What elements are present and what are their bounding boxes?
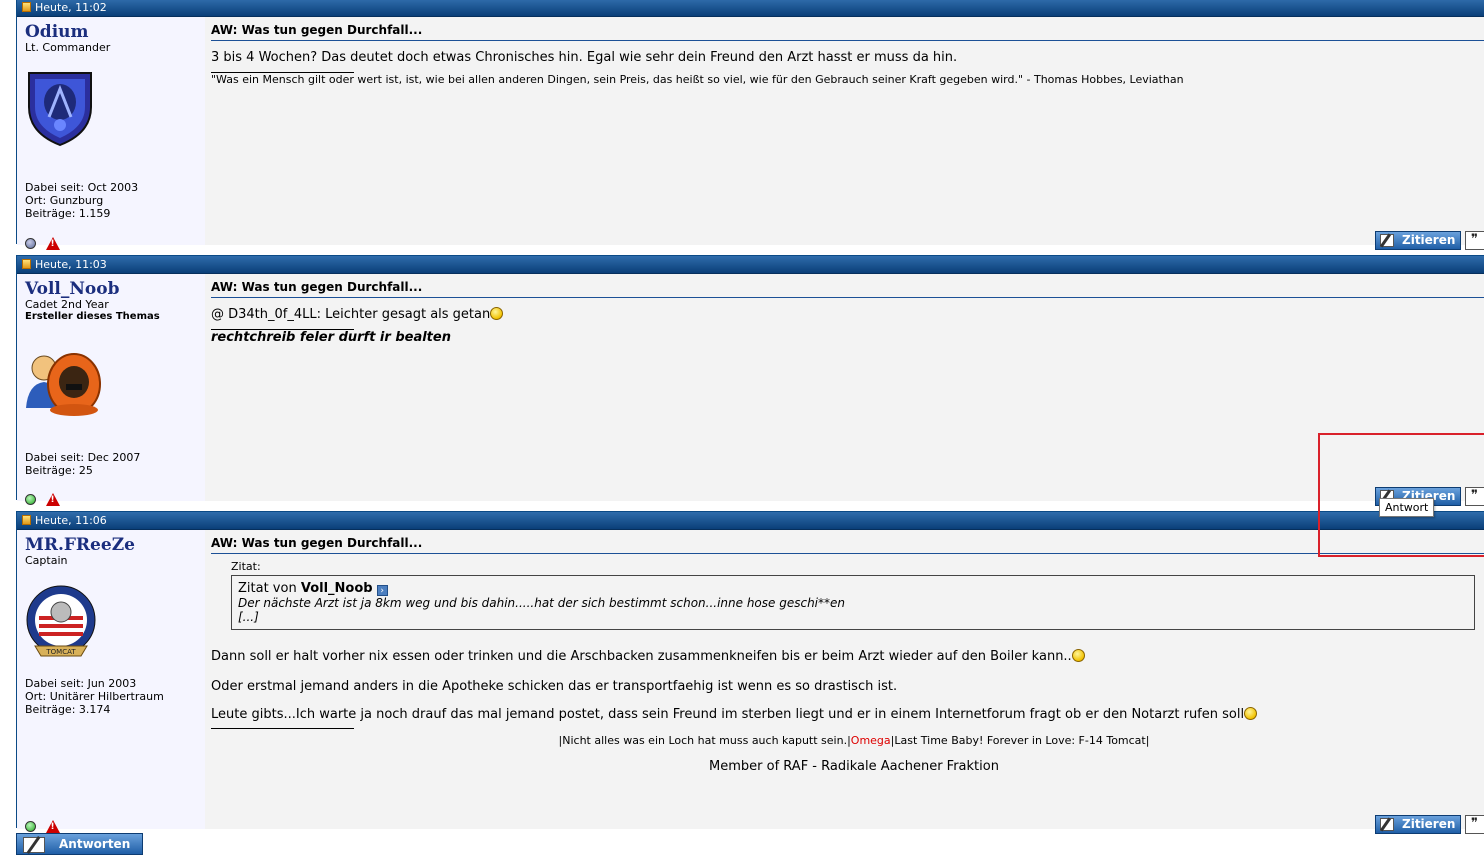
user-stats: Dabei seit: Dec 2007 Beiträge: 25 (25, 451, 140, 477)
signature-line: Member of RAF - Radikale Aachener Frakti… (709, 759, 999, 774)
user-stats: Dabei seit: Jun 2003 Ort: Unitärer Hilbe… (25, 677, 164, 716)
post-title: AW: Was tun gegen Durchfall... (211, 280, 1484, 298)
post-content: AW: Was tun gegen Durchfall... @ D34th_0… (205, 274, 1484, 501)
online-status-icon (25, 493, 36, 505)
post-icon (22, 259, 31, 269)
post-count: Beiträge: 3.174 (25, 703, 111, 716)
smile-smiley-icon (490, 307, 504, 320)
post-count: Beiträge: 25 (25, 464, 93, 477)
post-title: AW: Was tun gegen Durchfall... (211, 23, 1484, 41)
quote-button[interactable]: Zitieren (1375, 815, 1461, 834)
post-header: Heute, 11:02 # (17, 0, 1484, 17)
pencil-icon (1380, 818, 1394, 831)
signature: "Was ein Mensch gilt oder wert ist, ist,… (211, 73, 1184, 86)
join-date: Dabei seit: Jun 2003 (25, 677, 137, 690)
signature: |Nicht alles was ein Loch hat muss auch … (558, 734, 1150, 747)
post-count: Beiträge: 1.159 (25, 207, 111, 220)
join-date: Dabei seit: Oct 2003 (25, 181, 139, 194)
user-panel: Voll_Noob Cadet 2nd Year Ersteller diese… (17, 274, 205, 506)
multiquote-icon[interactable] (1465, 231, 1484, 250)
post-date: Heute, 11:03 (35, 258, 107, 271)
quote-ellipsis: [...] (238, 610, 259, 624)
quote-box: Zitat von Voll_Noob › Der nächste Arzt i… (231, 575, 1475, 630)
post-title: AW: Was tun gegen Durchfall... (211, 536, 1484, 554)
avatar: TOMCAT (25, 582, 96, 662)
post-buttons: Zitieren (1375, 815, 1484, 834)
tooltip: Antwort (1379, 498, 1435, 517)
user-rank: Lt. Commander (25, 41, 111, 54)
post-buttons: Zitieren (1375, 231, 1484, 250)
post-2: Heute, 11:03 # Voll_Noob Cadet 2nd Year … (16, 255, 1484, 506)
quote-text: Der nächste Arzt ist ja 8km weg und bis … (238, 596, 846, 610)
quote-header: Zitat von Voll_Noob › (238, 581, 1468, 596)
username-link[interactable]: Voll_Noob (25, 280, 205, 298)
post-content: AW: Was tun gegen Durchfall... Zitat: Zi… (205, 530, 1484, 829)
post-icon (22, 2, 31, 12)
quote-button[interactable]: Zitieren (1375, 231, 1461, 250)
user-rank: Captain (25, 554, 68, 567)
post-date: Heute, 11:02 (35, 1, 107, 14)
signature-divider (211, 728, 354, 729)
pencil-icon (23, 837, 45, 853)
quote-label: Zitat: (231, 560, 261, 573)
signature-link[interactable]: Omega (851, 734, 891, 747)
post-message-line: Dann soll er halt vorher nix essen oder … (211, 649, 1484, 665)
post-date: Heute, 11:06 (35, 514, 107, 527)
quote-author: Voll_Noob (300, 581, 373, 596)
user-panel: MR.FReeZe Captain TOMCAT Dabei seit: Jun… (17, 530, 205, 833)
svg-text:TOMCAT: TOMCAT (45, 648, 76, 656)
post-header: Heute, 11:06 # (17, 512, 1484, 530)
avatar (24, 338, 101, 418)
post-header: Heute, 11:03 # (17, 256, 1484, 274)
join-date: Dabei seit: Dec 2007 (25, 451, 141, 464)
user-rank: Cadet 2nd Year (25, 298, 109, 311)
multiquote-icon[interactable] (1465, 815, 1484, 834)
location: Ort: Unitärer Hilbertraum (25, 690, 164, 703)
signature: rechtchreib feler durft ir bealten (211, 330, 451, 345)
offline-status-icon (25, 237, 36, 249)
post-1: Heute, 11:02 # Odium Lt. Commander Dabei… (16, 0, 1484, 250)
pencil-icon (1380, 234, 1394, 247)
avatar (25, 67, 95, 147)
username-link[interactable]: MR.FReeZe (25, 536, 205, 554)
smiley-icon (1244, 707, 1258, 720)
report-warning-icon[interactable] (45, 492, 60, 506)
highlight-box (1318, 433, 1484, 557)
post-3: Heute, 11:06 # MR.FReeZe Captain TOMCAT (16, 511, 1484, 834)
view-post-arrow-icon[interactable]: › (376, 585, 388, 596)
post-icon (22, 515, 31, 525)
location: Ort: Gunzburg (25, 194, 104, 207)
online-status-icon (25, 820, 36, 832)
user-stats: Dabei seit: Oct 2003 Ort: Gunzburg Beitr… (25, 181, 138, 220)
username-link[interactable]: Odium (25, 23, 205, 41)
post-message-line: Oder erstmal jemand anders in die Apothe… (211, 679, 898, 694)
report-warning-icon[interactable] (45, 236, 60, 250)
post-message-line: Leute gibts...Ich warte ja noch drauf da… (211, 707, 1484, 723)
post-message: 3 bis 4 Wochen? Das deutet doch etwas Ch… (211, 50, 958, 65)
smiley-icon (1071, 649, 1085, 662)
post-content: AW: Was tun gegen Durchfall... 3 bis 4 W… (205, 17, 1484, 245)
thread-starter-label: Ersteller dieses Themas (25, 311, 160, 322)
report-warning-icon[interactable] (45, 819, 60, 833)
post-message: @ D34th_0f_4LL: Leichter gesagt als geta… (211, 307, 1484, 323)
user-panel: Odium Lt. Commander Dabei seit: Oct 2003… (17, 17, 205, 250)
